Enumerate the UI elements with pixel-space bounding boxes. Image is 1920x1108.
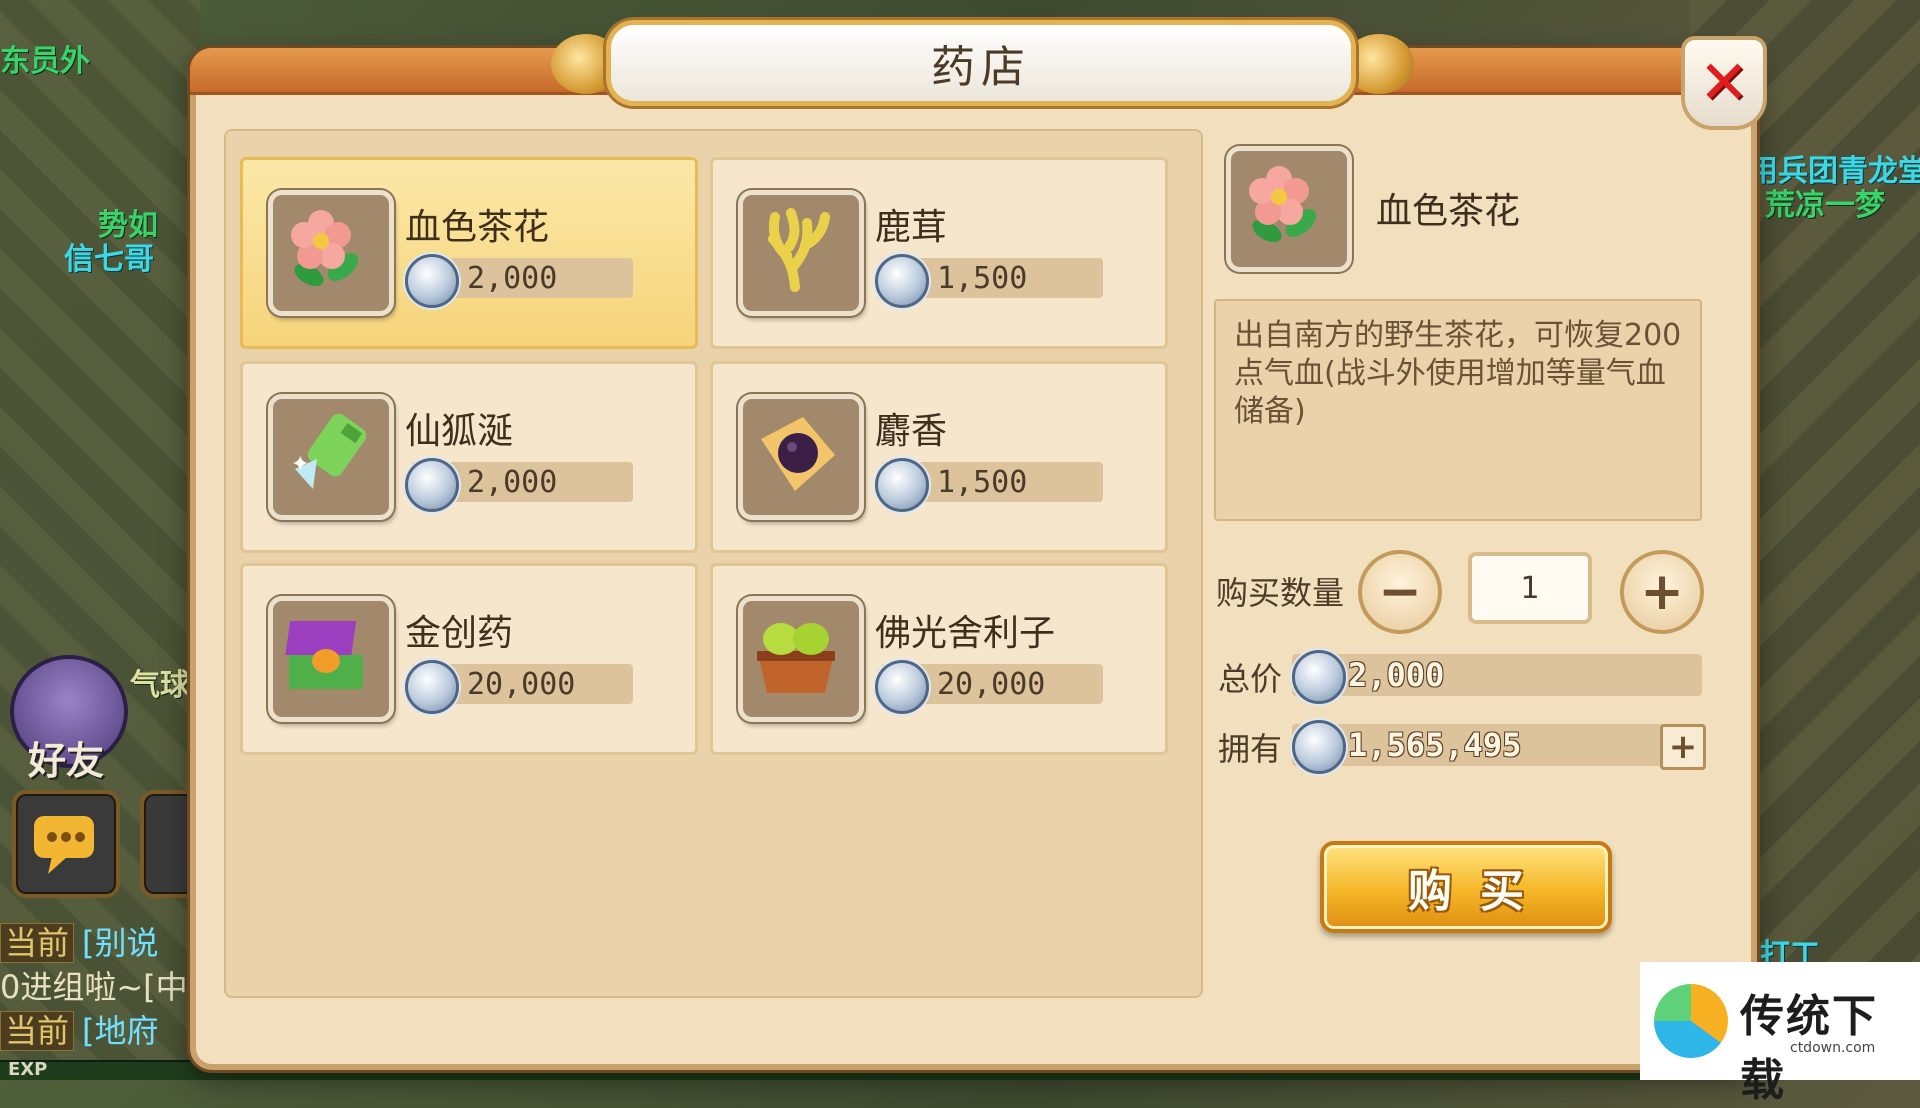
site-watermark: 传统下载 ctdown.com <box>1640 962 1920 1106</box>
item-price: 1,500 <box>937 261 1028 296</box>
buy-button-label: 购买 <box>1408 866 1552 917</box>
shop-title: 药店 <box>931 42 1031 93</box>
item-price-bar: 1,500 <box>875 254 1103 308</box>
shop-item[interactable]: 鹿茸 1,500 <box>710 157 1168 349</box>
owned-amount-value: 1,565,495 <box>1348 726 1522 764</box>
total-price-value: 2,000 <box>1348 656 1445 694</box>
musk-icon <box>738 394 864 520</box>
camellia-flower-icon <box>1226 146 1352 272</box>
minus-icon: − <box>1378 562 1422 622</box>
shop-item[interactable]: 佛光舍利子 20,000 <box>710 563 1168 755</box>
quantity-label: 购买数量 <box>1216 574 1345 612</box>
item-name: 血色茶花 <box>405 207 550 248</box>
svg-text:✦: ✦ <box>291 452 309 477</box>
selected-item-name: 血色茶花 <box>1376 191 1521 232</box>
item-name: 佛光舍利子 <box>875 613 1056 654</box>
item-price-bar: 1,500 <box>875 458 1103 512</box>
title-plate: 药店 <box>606 20 1356 106</box>
silver-coin-icon <box>875 458 929 512</box>
npc-name: 东员外 <box>0 44 90 79</box>
silver-coin-icon <box>405 660 459 714</box>
site-logo-icon <box>1654 984 1728 1058</box>
medicine-box-icon <box>268 596 394 722</box>
total-price-label: 总价 <box>1218 660 1283 698</box>
item-description: 出自南方的野生茶花，可恢复200点气血(战斗外使用增加等量气血储备) <box>1214 299 1702 521</box>
silver-coin-icon <box>1292 650 1346 704</box>
chat-line: 当前 [别说 <box>0 918 159 964</box>
decrease-quantity-button[interactable]: − <box>1358 550 1442 634</box>
watermark-url: ctdown.com <box>1790 1040 1876 1056</box>
chat-bubble-icon <box>34 816 94 874</box>
chat-line: 0进组啦~[中 <box>0 968 188 1006</box>
item-price-bar: 2,000 <box>405 254 633 308</box>
item-price: 2,000 <box>467 261 558 296</box>
silver-coin-icon <box>875 660 929 714</box>
item-price: 20,000 <box>937 667 1046 702</box>
close-button[interactable]: ✕ <box>1681 36 1767 130</box>
item-price-bar: 2,000 <box>405 458 633 512</box>
shop-panel: 药店 ✕ 血色茶花 2,000 鹿茸 1,500 ✦ 仙狐涎 2,000 麝香 … <box>190 20 1767 1070</box>
increase-quantity-button[interactable]: + <box>1620 550 1704 634</box>
friend-label: 好友 <box>28 739 105 783</box>
silver-coin-icon <box>1292 720 1346 774</box>
exp-label: EXP <box>8 1059 48 1080</box>
close-icon: ✕ <box>1698 48 1750 118</box>
add-currency-button[interactable]: + <box>1660 724 1706 770</box>
npc-name: 信七哥 <box>64 242 154 277</box>
item-name: 麝香 <box>875 411 948 452</box>
item-price: 2,000 <box>467 465 558 500</box>
plus-icon: + <box>1640 562 1684 622</box>
camellia-flower-icon <box>268 190 394 316</box>
owned-label: 拥有 <box>1218 730 1283 768</box>
silver-coin-icon <box>405 254 459 308</box>
item-price-bar: 20,000 <box>405 660 633 714</box>
shop-item[interactable]: 血色茶花 2,000 <box>240 157 698 349</box>
green-bottle-icon: ✦ <box>268 394 394 520</box>
chat-button[interactable] <box>12 790 120 898</box>
item-price: 1,500 <box>937 465 1028 500</box>
item-name: 仙狐涎 <box>405 411 514 452</box>
buy-button[interactable]: 购买 <box>1320 841 1612 933</box>
item-name: 鹿茸 <box>875 207 948 248</box>
npc-name: 气球 <box>130 668 190 703</box>
plus-icon: + <box>1668 727 1698 767</box>
item-grid: 血色茶花 2,000 鹿茸 1,500 ✦ 仙狐涎 2,000 麝香 1,500… <box>224 129 1203 998</box>
quantity-input[interactable] <box>1468 552 1592 624</box>
silver-coin-icon <box>875 254 929 308</box>
item-price: 20,000 <box>467 667 576 702</box>
antler-icon <box>738 190 864 316</box>
silver-coin-icon <box>405 458 459 512</box>
item-name: 金创药 <box>405 613 514 654</box>
npc-name: 荒凉一梦 <box>1765 188 1885 223</box>
shop-item[interactable]: 金创药 20,000 <box>240 563 698 755</box>
chat-line: 当前 [地府 <box>0 1006 159 1052</box>
item-price-bar: 20,000 <box>875 660 1103 714</box>
shop-item[interactable]: ✦ 仙狐涎 2,000 <box>240 361 698 553</box>
shop-item[interactable]: 麝香 1,500 <box>710 361 1168 553</box>
relic-beads-icon <box>738 596 864 722</box>
